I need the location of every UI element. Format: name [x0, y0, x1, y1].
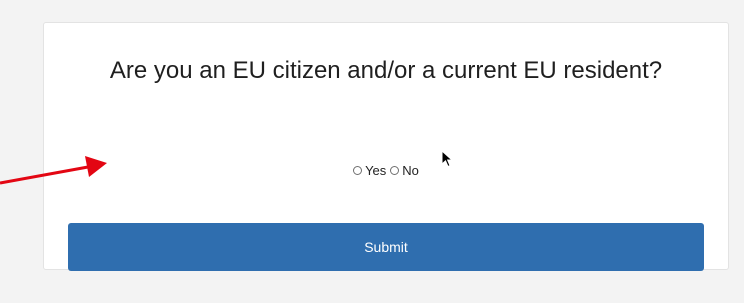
- radio-option-no[interactable]: No: [390, 163, 419, 178]
- red-arrow-icon: [0, 156, 107, 185]
- radio-no-button[interactable]: [390, 166, 400, 175]
- radio-group: Yes No: [44, 163, 728, 178]
- submit-button[interactable]: Submit: [68, 223, 704, 271]
- question-text: Are you an EU citizen and/or a current E…: [109, 57, 663, 84]
- survey-card: Are you an EU citizen and/or a current E…: [43, 22, 729, 271]
- radio-option-yes[interactable]: Yes: [353, 163, 386, 178]
- radio-yes-label: Yes: [365, 163, 387, 178]
- radio-no-label: No: [402, 163, 419, 178]
- radio-yes-button[interactable]: [353, 166, 363, 175]
- mouse-pointer-icon: [441, 150, 454, 168]
